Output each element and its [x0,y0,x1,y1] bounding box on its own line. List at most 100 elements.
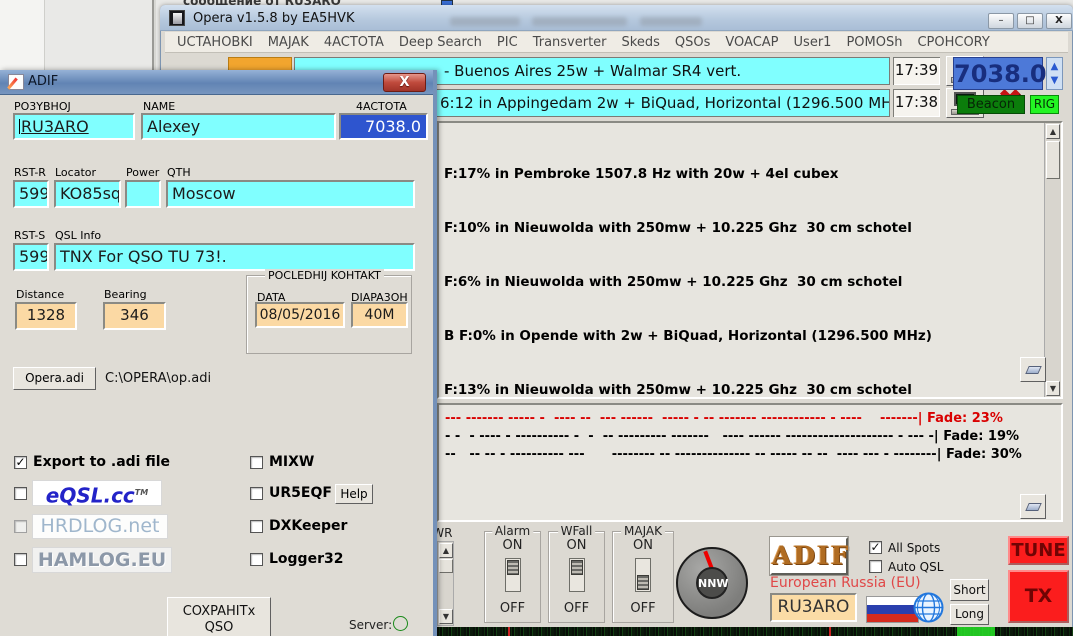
beacon-button[interactable]: Beacon [957,95,1025,114]
help-button[interactable]: Help [335,484,373,504]
spots-scrollbar[interactable]: ▲ ▼ [1044,123,1061,397]
menu-qsos[interactable]: QSOs [675,35,711,50]
adi-path: C:\OPERA\op.adi [105,371,211,386]
pwr-slider[interactable]: ▲ ▼ [437,541,454,626]
freq-input[interactable]: 7038.0 [339,113,428,140]
menu-transverter[interactable]: Transverter [533,35,607,50]
short-path-button[interactable]: Short [950,579,989,601]
alarm-toggle-switch[interactable] [505,558,521,592]
distance-value: 1328 [15,302,77,330]
adif-dialog-title-bar: ADIF X [0,70,433,95]
locator-label: Locator [55,166,96,179]
majak-toggle-switch[interactable] [635,558,651,592]
scroll-up-icon[interactable]: ▲ [1046,124,1060,139]
opera-adi-button[interactable]: Opera.adi [13,367,96,390]
adif-logo-button[interactable]: ADIF [770,537,848,575]
server-status-dot [393,616,408,631]
message-time: 17:39 [893,57,940,85]
rst-s-input[interactable]: 599 [13,243,49,271]
dxkeeper-checkbox[interactable] [250,520,263,533]
rst-s-label: RST-S [14,229,45,242]
ur5eqf-checkbox[interactable] [250,487,263,500]
alarm-toggle-group: Alarm ON OFF [484,531,541,623]
globe-icon[interactable] [913,592,944,623]
frequency-spinner[interactable]: ▲ ▼ [1046,57,1063,90]
menu-pomosh[interactable]: POMOSh [846,35,902,50]
spot-line: B F:0% in Opende with 2w + BiQuad, Horiz… [444,327,1039,345]
wfall-on-label: ON [549,538,604,553]
menu-4actota[interactable]: 4ACTOTA [324,35,384,50]
compass-indicator: NNW [676,547,748,619]
spot-line: F:13% in Nieuwolda with 250mw + 10.225 G… [444,381,1039,399]
hrdlog-logo: HRDLOG.net [32,514,168,539]
mixw-checkbox[interactable] [250,456,263,469]
fade-line: -- -- -- - ---------- --- -------- -- --… [445,447,1022,462]
power-input[interactable] [125,180,161,208]
logger32-checkbox[interactable] [250,553,263,566]
majak-group-label: MAJAK [621,524,665,538]
menu-majak[interactable]: MAJAK [268,35,309,50]
spin-up-icon[interactable]: ▲ [1049,61,1060,72]
locator-input[interactable]: KO85sq [54,180,121,208]
logger32-label: Logger32 [269,551,343,567]
server-label: Server: [349,618,392,632]
menu-pic[interactable]: PIC [497,35,518,50]
screen: сообщение от RU3ARO Opera v1.5.8 by EA5H… [0,0,1073,636]
background-window-pane [0,0,45,70]
long-path-button[interactable]: Long [950,604,989,625]
majak-toggle-group: MAJAK ON OFF [612,531,674,623]
qth-label: QTH [167,166,191,179]
eqsl-checkbox[interactable] [14,487,27,500]
hrdlog-checkbox[interactable] [14,520,27,533]
bearing-value: 346 [103,302,166,330]
menu-voacap[interactable]: VOACAP [725,35,778,50]
all-spots-checkbox[interactable]: ✓ [869,541,882,554]
export-adi-label: Export to .adi file [33,454,170,470]
clear-fade-eraser-button[interactable] [1020,494,1046,519]
dxkeeper-label: DXKeeper [269,518,347,534]
dialog-close-button[interactable]: X [383,73,426,92]
name-input[interactable]: Alexey [141,113,336,140]
qsl-info-input[interactable]: TNX For QSO TU 73!. [54,243,415,271]
frequency-display: 7038.0 [953,57,1043,90]
wfall-toggle-switch[interactable] [569,558,585,592]
qth-input[interactable]: Moscow [166,180,415,208]
menu-skeds[interactable]: Skeds [622,35,660,50]
close-button[interactable]: X [1046,13,1072,29]
hamlog-checkbox[interactable] [14,553,27,566]
slider-down-icon[interactable]: ▼ [439,609,453,624]
russia-flag-icon [866,596,919,623]
rst-r-input[interactable]: 599 [13,180,49,208]
menu-user1[interactable]: User1 [794,35,832,50]
rig-button[interactable]: RIG [1030,95,1059,114]
callsign-input[interactable]: RU3ARO [13,113,135,140]
menu-cpohcory[interactable]: CPOHCORY [917,35,989,50]
dx-region-label: European Russia (EU) [770,575,921,591]
callsign-label: PO3YBHOJ [14,100,71,113]
rst-r-label: RST-R [14,166,46,179]
mixw-label: MIXW [269,454,314,470]
tx-button[interactable]: TX [1008,570,1069,623]
slider-up-icon[interactable]: ▲ [439,543,453,558]
slider-thumb[interactable] [439,559,453,573]
export-adi-checkbox[interactable]: ✓ [14,456,27,469]
maximize-button[interactable]: □ [1017,13,1043,29]
distance-label: Distance [16,288,64,301]
fade-panel: --- ------- ----- - ---- -- --- ------ -… [437,403,1063,522]
message-time: 17:38 [893,89,940,117]
menu-deep-search[interactable]: Deep Search [399,35,482,50]
clear-spots-eraser-button[interactable] [1020,357,1046,382]
scrollbar-thumb[interactable] [1046,141,1060,179]
auto-qsl-checkbox[interactable] [869,560,882,573]
eqsl-logo: eQSL.ccTM [32,480,162,506]
adif-dialog: ADIF X PO3YBHOJ NAME 4ACTOTA RU3ARO Alex… [0,70,437,636]
wfall-toggle-group: WFall ON OFF [548,531,605,623]
scroll-down-icon[interactable]: ▼ [1046,381,1060,396]
hamlog-logo: HAMLOG.EU [32,547,172,573]
tune-button[interactable]: TUNE [1008,536,1069,565]
save-qso-button[interactable]: COXPAHITx QSO [167,597,271,636]
spin-down-icon[interactable]: ▼ [1049,75,1060,86]
menu-uctahobki[interactable]: UCTAHOBKI [177,35,253,50]
name-label: NAME [143,100,175,113]
minimize-button[interactable]: – [988,13,1014,29]
